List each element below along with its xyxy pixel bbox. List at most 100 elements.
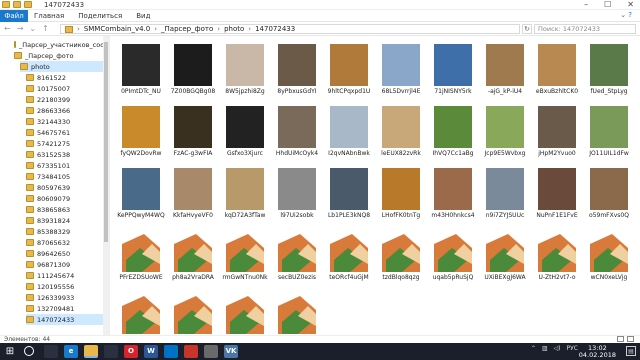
file-item[interactable]: secBUZ0ezis bbox=[272, 226, 322, 286]
sidebar-item[interactable]: 67335101 bbox=[26, 160, 104, 171]
file-item[interactable]: o59mFXvs0Q bbox=[584, 164, 634, 224]
forward-icon[interactable]: → bbox=[17, 24, 24, 33]
sidebar-item[interactable]: 73484105 bbox=[26, 171, 104, 182]
sidebar-item[interactable]: 22180399 bbox=[26, 94, 104, 105]
sidebar-item[interactable]: 28663366 bbox=[26, 105, 104, 116]
file-item[interactable]: rmGwNTnu0Nk bbox=[220, 226, 270, 286]
file-item[interactable]: 8W5jpzhi8Zg bbox=[220, 40, 270, 100]
file-item[interactable]: kqD72A3fTaw bbox=[220, 164, 270, 224]
minimize-button[interactable]: – bbox=[584, 0, 588, 9]
network-icon[interactable]: ▥ bbox=[542, 345, 548, 352]
file-item[interactable]: LHofFK0tnTg bbox=[376, 164, 426, 224]
address-bar[interactable]: › SMMCombain_v4.0 › _Парсер_фото › photo… bbox=[60, 24, 520, 34]
breadcrumb-item[interactable]: SMMCombain_v4.0 bbox=[84, 25, 150, 33]
large-icons-view-button[interactable] bbox=[627, 336, 634, 342]
file-item[interactable]: PFrEZDSUoWE bbox=[116, 226, 166, 286]
file-item[interactable]: HhdUiMcOyk4 bbox=[272, 102, 322, 162]
file-item[interactable]: l97Ui2sobk bbox=[272, 164, 322, 224]
tab-view[interactable]: Вид bbox=[136, 10, 150, 22]
edge-icon[interactable]: e bbox=[64, 345, 78, 358]
start-button[interactable]: ⊞ bbox=[0, 343, 20, 360]
file-item[interactable]: IhVQ7Cc1aBg bbox=[428, 102, 478, 162]
word-icon[interactable]: W bbox=[144, 345, 158, 358]
file-item[interactable]: wCN0xeLVjg bbox=[584, 226, 634, 286]
file-item[interactable]: fyQW2DovRw bbox=[116, 102, 166, 162]
store-icon[interactable] bbox=[104, 345, 118, 358]
task-view-icon[interactable] bbox=[44, 345, 58, 358]
search-icon[interactable] bbox=[24, 346, 34, 356]
file-item[interactable]: 7Z00BGQBg08 bbox=[168, 40, 218, 100]
chevron-down-icon[interactable]: ⌄ bbox=[29, 24, 36, 33]
sidebar-item[interactable]: 32144330 bbox=[26, 116, 104, 127]
breadcrumb-item[interactable]: 147072433 bbox=[255, 25, 295, 33]
sidebar-item[interactable]: 83931824 bbox=[26, 215, 104, 226]
file-item[interactable]: JO11UIL1dFw bbox=[584, 102, 634, 162]
sidebar-item[interactable]: 83865863 bbox=[26, 204, 104, 215]
file-item[interactable]: jHpM2Yvuo0 bbox=[532, 102, 582, 162]
sidebar-item[interactable]: _Парсер_фото bbox=[14, 50, 104, 61]
notification-icon[interactable]: ▤ bbox=[626, 346, 636, 356]
app-red-icon[interactable] bbox=[184, 345, 198, 358]
sidebar-item[interactable]: 126339933 bbox=[26, 292, 104, 303]
sidebar-item[interactable]: 87065632 bbox=[26, 237, 104, 248]
file-item[interactable]: KkfaHvyeVF0 bbox=[168, 164, 218, 224]
sidebar-scrollbar[interactable] bbox=[103, 36, 109, 335]
file-item[interactable]: 8yPbxusGdYI bbox=[272, 40, 322, 100]
file-item[interactable]: KePPQwyM4WQ bbox=[116, 164, 166, 224]
language-indicator[interactable]: РУС bbox=[567, 345, 578, 352]
folder-icon[interactable] bbox=[24, 1, 32, 8]
breadcrumb-item[interactable]: photo bbox=[224, 25, 244, 33]
help-icon[interactable]: ⌄ ? bbox=[620, 11, 632, 19]
file-item[interactable]: teORcf4uGjM bbox=[324, 226, 374, 286]
file-item[interactable]: UXiBEXgJ6WA bbox=[480, 226, 530, 286]
explorer-icon[interactable] bbox=[84, 345, 98, 358]
vk-icon[interactable]: VK bbox=[224, 345, 238, 358]
file-item[interactable]: -ajG_kP-iU4 bbox=[480, 40, 530, 100]
file-item[interactable]: fUed_StpLyg bbox=[584, 40, 634, 100]
file-item[interactable]: Jcp9E5Wvbxg bbox=[480, 102, 530, 162]
chevron-up-icon[interactable]: ⌃ bbox=[531, 345, 536, 352]
file-item[interactable]: 71jNISNY5rk bbox=[428, 40, 478, 100]
scrollbar-thumb[interactable] bbox=[104, 42, 108, 242]
folder-icon[interactable] bbox=[2, 1, 10, 8]
file-item[interactable]: Lb1PLE3kNQ8 bbox=[324, 164, 374, 224]
refresh-button[interactable]: ↻ bbox=[522, 24, 532, 34]
details-view-button[interactable] bbox=[617, 336, 624, 342]
file-item[interactable]: 9hltCPqxpd1U bbox=[324, 40, 374, 100]
app-gray-icon[interactable] bbox=[204, 345, 218, 358]
tab-file[interactable]: Файл bbox=[0, 10, 28, 22]
file-item[interactable]: tzdBlqo8qzg bbox=[376, 226, 426, 286]
sidebar-item[interactable]: 111245674 bbox=[26, 270, 104, 281]
sidebar-item[interactable]: 80597639 bbox=[26, 182, 104, 193]
sidebar-item[interactable]: 132709481 bbox=[26, 303, 104, 314]
sidebar-item[interactable]: 85388329 bbox=[26, 226, 104, 237]
volume-icon[interactable]: ◁) bbox=[554, 345, 561, 352]
file-item[interactable]: 68L5Dvrrjl4E bbox=[376, 40, 426, 100]
file-item[interactable]: eBxuBzhltCK0 bbox=[532, 40, 582, 100]
file-item[interactable]: NuPnF1E1FvE bbox=[532, 164, 582, 224]
sidebar-item[interactable]: 147072433 bbox=[26, 314, 104, 325]
sidebar-item[interactable]: 89642650 bbox=[26, 248, 104, 259]
tab-share[interactable]: Поделиться bbox=[78, 10, 122, 22]
file-item[interactable]: m43H0hnkcs4 bbox=[428, 164, 478, 224]
file-item[interactable]: uqab5pRuSjQ bbox=[428, 226, 478, 286]
folder-icon[interactable] bbox=[13, 1, 21, 8]
sidebar-item[interactable]: 63152538 bbox=[26, 149, 104, 160]
file-item[interactable]: leEUX82zvRk bbox=[376, 102, 426, 162]
file-item[interactable]: 0PImtDTc_NU bbox=[116, 40, 166, 100]
sidebar-item[interactable]: 8161522 bbox=[26, 72, 104, 83]
sidebar-item[interactable]: 96871309 bbox=[26, 259, 104, 270]
file-item[interactable]: FzAC-g3wFIA bbox=[168, 102, 218, 162]
search-input[interactable]: Поиск: 147072433 bbox=[534, 24, 636, 34]
back-icon[interactable]: ← bbox=[4, 24, 11, 33]
breadcrumb-item[interactable]: _Парсер_фото bbox=[161, 25, 213, 33]
opera-icon[interactable]: O bbox=[124, 345, 138, 358]
sidebar-item[interactable]: _Парсер_участников_сообщес bbox=[14, 39, 109, 50]
sidebar-item[interactable]: 54675761 bbox=[26, 127, 104, 138]
up-icon[interactable]: ↑ bbox=[42, 24, 49, 33]
sidebar-item[interactable]: 10175007 bbox=[26, 83, 104, 94]
file-item[interactable]: n9i7ZYJSUUc bbox=[480, 164, 530, 224]
file-item[interactable]: I2qvNAbnBwk bbox=[324, 102, 374, 162]
outlook-icon[interactable] bbox=[164, 345, 178, 358]
sidebar-item[interactable]: photo bbox=[20, 61, 104, 72]
